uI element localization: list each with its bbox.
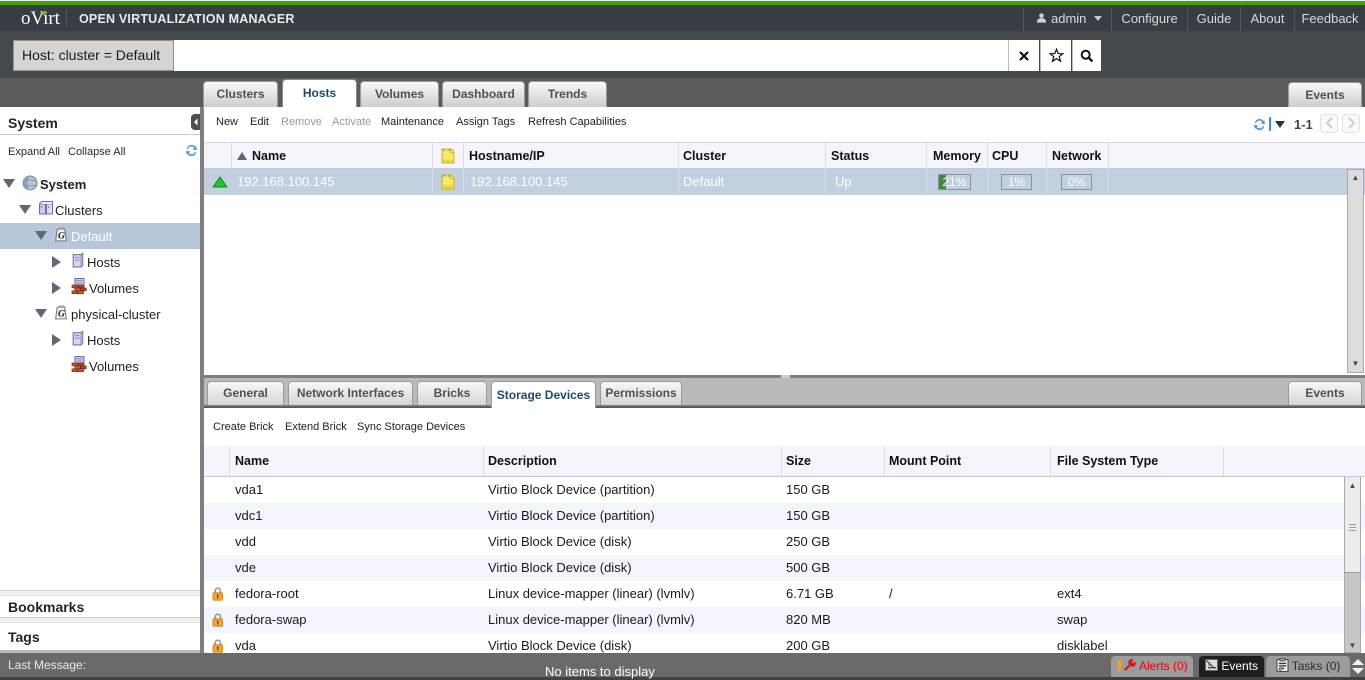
svg-text:G: G <box>58 309 65 320</box>
svg-text:G: G <box>58 231 65 242</box>
